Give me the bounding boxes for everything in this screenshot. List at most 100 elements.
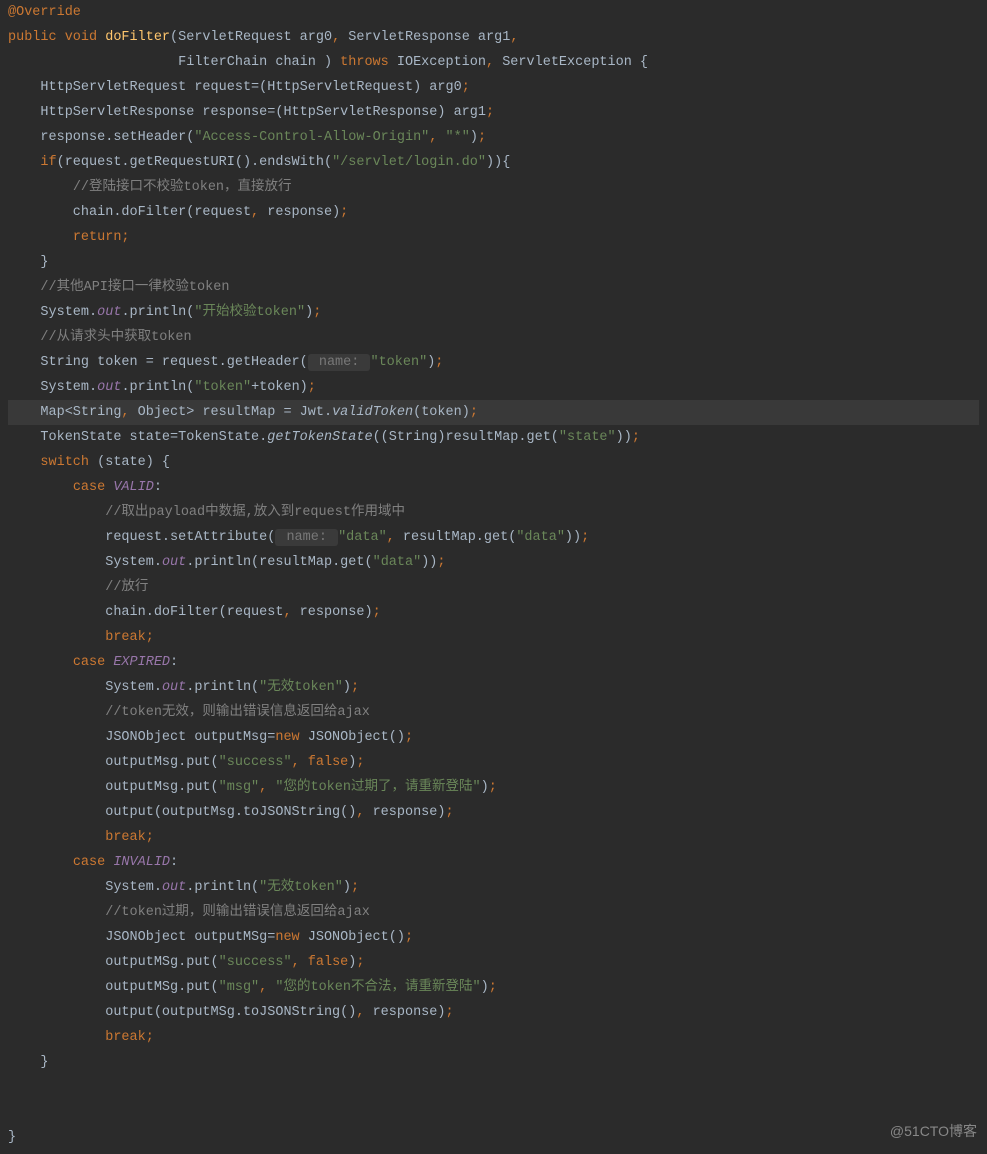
semicolon: ; <box>478 130 486 145</box>
code-line: JSONObject outputMsg=new JSONObject(); <box>8 725 979 750</box>
comma: , <box>121 405 129 420</box>
code-line: //登陆接口不校验token，直接放行 <box>8 175 979 200</box>
string-literal: "无效token" <box>259 880 343 895</box>
keyword: false <box>308 755 349 770</box>
code-line: request.setAttribute( name: "data", resu… <box>8 525 979 550</box>
code-text: JSONObject outputMsg= <box>8 730 275 745</box>
keyword: case <box>73 655 114 670</box>
string-literal: "data" <box>516 530 565 545</box>
keyword: case <box>73 855 114 870</box>
code-text: response) <box>364 1005 445 1020</box>
code-line: break; <box>8 1025 979 1050</box>
string-literal: "data" <box>338 530 387 545</box>
string-literal: "*" <box>446 130 470 145</box>
code-text: +token) <box>251 380 308 395</box>
comma: , <box>259 780 267 795</box>
param-hint: name: <box>308 354 371 371</box>
code-text: .println( <box>186 880 259 895</box>
string-literal: "开始校验token" <box>194 305 305 320</box>
string-literal: "token" <box>370 355 427 370</box>
code-text: request.setAttribute( <box>8 530 275 545</box>
code-line: public void doFilter(ServletRequest arg0… <box>8 25 979 50</box>
code-line: case EXPIRED: <box>8 650 979 675</box>
code-text: ((String)resultMap.get( <box>373 430 559 445</box>
method-name: doFilter <box>105 30 170 45</box>
string-literal: "您的token不合法，请重新登陆" <box>275 980 480 995</box>
code-line: outputMSg.put("msg", "您的token不合法，请重新登陆")… <box>8 975 979 1000</box>
code-text: chain.doFilter(request <box>8 205 251 220</box>
comment: //token无效，则输出错误信息返回给ajax <box>105 705 370 720</box>
code-line <box>8 1075 979 1100</box>
code-text: )) <box>565 530 581 545</box>
code-text: System. <box>8 555 162 570</box>
enum-value: INVALID <box>113 855 170 870</box>
comment: //从请求头中获取token <box>40 330 191 345</box>
semicolon: ; <box>356 955 364 970</box>
semicolon: ; <box>351 680 359 695</box>
semicolon: ; <box>356 755 364 770</box>
code-line: System.out.println("无效token"); <box>8 875 979 900</box>
code-text: (ServletRequest arg0 <box>170 30 332 45</box>
semicolon: ; <box>405 730 413 745</box>
code-text: Map<String <box>8 405 121 420</box>
code-text: System. <box>8 305 97 320</box>
annotation: @Override <box>8 5 81 20</box>
keyword: new <box>275 730 307 745</box>
semicolon: ; <box>146 830 154 845</box>
code-text: )){ <box>486 155 510 170</box>
code-line: HttpServletResponse response=(HttpServle… <box>8 100 979 125</box>
keyword: break <box>105 830 146 845</box>
semicolon: ; <box>308 380 316 395</box>
static-method: getTokenState <box>267 430 372 445</box>
code-text: JSONObject outputMSg= <box>8 930 275 945</box>
string-literal: "success" <box>219 755 292 770</box>
code-text: Object> resultMap = Jwt. <box>130 405 333 420</box>
code-line: if(request.getRequestURI().endsWith("/se… <box>8 150 979 175</box>
keyword: break <box>105 630 146 645</box>
semicolon: ; <box>462 80 470 95</box>
code-text: } <box>8 1055 49 1070</box>
code-line: System.out.println("无效token"); <box>8 675 979 700</box>
static-field: out <box>97 305 121 320</box>
code-text: (state) { <box>97 455 170 470</box>
code-line: //从请求头中获取token <box>8 325 979 350</box>
code-text: chain.doFilter(request <box>8 605 283 620</box>
semicolon: ; <box>435 355 443 370</box>
watermark: @51CTO博客 <box>890 1119 977 1144</box>
code-line: @Override <box>8 0 979 25</box>
code-text: System. <box>8 680 162 695</box>
code-text: response) <box>364 805 445 820</box>
string-literal: "无效token" <box>259 680 343 695</box>
comma: , <box>486 55 494 70</box>
keyword: throws <box>340 55 397 70</box>
semicolon: ; <box>489 980 497 995</box>
code-text: ServletException { <box>494 55 648 70</box>
code-text: } <box>8 255 49 270</box>
string-literal: "token" <box>194 380 251 395</box>
code-line: break; <box>8 825 979 850</box>
code-line: } <box>8 1125 979 1150</box>
keyword: break <box>105 1030 146 1045</box>
semicolon: ; <box>146 630 154 645</box>
comma: , <box>332 30 340 45</box>
code-line: switch (state) { <box>8 450 979 475</box>
code-text: .println(resultMap.get( <box>186 555 372 570</box>
code-text: .println( <box>121 305 194 320</box>
code-line: System.out.println(resultMap.get("data")… <box>8 550 979 575</box>
code-line: //放行 <box>8 575 979 600</box>
code-line: } <box>8 250 979 275</box>
comma: , <box>259 980 267 995</box>
code-line: TokenState state=TokenState.getTokenStat… <box>8 425 979 450</box>
code-text: TokenState state=TokenState. <box>8 430 267 445</box>
semicolon: ; <box>632 430 640 445</box>
semicolon: ; <box>351 880 359 895</box>
code-block: @Override public void doFilter(ServletRe… <box>0 0 987 1150</box>
code-text: System. <box>8 380 97 395</box>
comma: , <box>429 130 437 145</box>
code-line: } <box>8 1050 979 1075</box>
static-field: out <box>162 880 186 895</box>
code-line: FilterChain chain ) throws IOException, … <box>8 50 979 75</box>
code-text: outputMsg.put( <box>8 755 219 770</box>
comment: //放行 <box>105 580 148 595</box>
code-line: HttpServletRequest request=(HttpServletR… <box>8 75 979 100</box>
